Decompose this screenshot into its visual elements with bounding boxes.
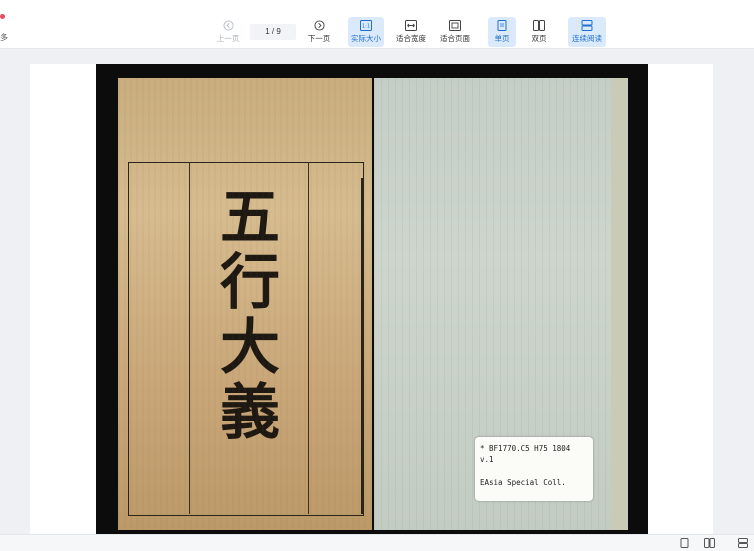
double-page-button[interactable]: 双页 — [525, 17, 553, 47]
continuous-read-icon[interactable] — [738, 538, 748, 548]
title-char: 行 — [220, 248, 280, 318]
svg-text:1:1: 1:1 — [362, 24, 370, 30]
fit-page-label: 适合页面 — [440, 34, 470, 43]
actual-size-label: 实际大小 — [351, 34, 381, 43]
front-cover: 五 行 大 義 — [118, 78, 372, 530]
double-page-icon[interactable] — [704, 538, 715, 548]
fit-width-icon — [405, 20, 417, 31]
continuous-read-label: 连续阅读 — [572, 34, 602, 43]
fit-page-icon — [449, 20, 461, 31]
toolbar: 多 上一页 1 / 9 下一页 1:1 实际大小 适合宽度 适合页面 单页 双页… — [0, 0, 754, 49]
prev-page-button[interactable]: 上一页 — [213, 17, 243, 47]
prev-page-label: 上一页 — [216, 34, 240, 43]
single-page-icon — [497, 20, 507, 31]
next-page-button[interactable]: 下一页 — [305, 17, 333, 47]
brand-logo-icon — [0, 14, 5, 19]
double-page-icon — [533, 20, 545, 31]
title-char: 大 — [220, 313, 280, 383]
page-indicator[interactable]: 1 / 9 — [250, 24, 296, 40]
actual-size-button[interactable]: 1:1 实际大小 — [348, 17, 384, 47]
single-page-label: 单页 — [494, 34, 510, 43]
single-page-icon[interactable] — [680, 538, 689, 548]
title-char: 五 — [220, 183, 280, 253]
volume-number: v.1 — [480, 455, 494, 464]
library-call-number-label: * BF1770.C5 H75 1804 v.1 EAsia Special C… — [475, 437, 593, 501]
page-scan-image: 五 行 大 義 * BF1770.C5 H75 1804 v.1 EAsia S… — [96, 64, 648, 534]
call-number: * BF1770.C5 H75 1804 — [480, 444, 571, 453]
actual-size-icon: 1:1 — [360, 20, 372, 31]
fit-width-button[interactable]: 适合宽度 — [393, 17, 429, 47]
continuous-read-icon — [581, 20, 593, 31]
next-page-label: 下一页 — [307, 34, 331, 43]
frame-edge — [361, 178, 363, 514]
title-frame — [128, 162, 364, 516]
chevron-right-circle-icon — [313, 20, 325, 31]
collection-name: EAsia Special Coll. — [480, 478, 566, 487]
book-title: 五 行 大 義 — [210, 186, 290, 446]
double-page-label: 双页 — [531, 34, 547, 43]
frame-divider — [189, 162, 190, 514]
fit-width-label: 适合宽度 — [396, 34, 426, 43]
continuous-read-button[interactable]: 连续阅读 — [568, 17, 606, 47]
frame-divider — [308, 162, 309, 514]
title-char: 義 — [220, 378, 280, 448]
page-edge — [611, 78, 628, 530]
chevron-left-circle-icon — [222, 20, 234, 31]
brand-text: 多 — [0, 33, 8, 42]
status-bar — [0, 534, 754, 551]
single-page-button[interactable]: 单页 — [488, 17, 516, 47]
fit-page-button[interactable]: 适合页面 — [437, 17, 473, 47]
